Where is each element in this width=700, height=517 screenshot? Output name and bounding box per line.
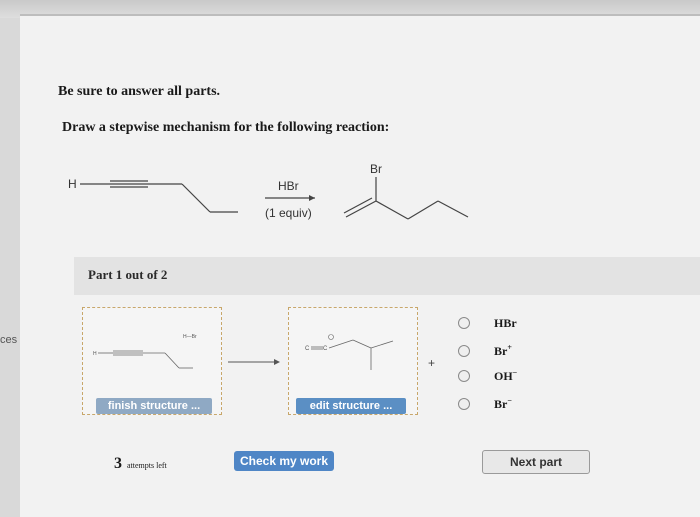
option-oh-minus-label: OH−: [494, 368, 518, 383]
product-br-label: Br: [370, 162, 382, 176]
attempts-left: 3 attempts left: [114, 455, 167, 473]
reaction-arrow-head: [309, 195, 315, 201]
reagent-label: HBr: [278, 179, 299, 193]
box1-h-label: H: [93, 351, 97, 357]
option-oh-minus-radio[interactable]: [458, 370, 470, 382]
check-my-work-button[interactable]: Check my work: [234, 451, 334, 471]
product-chain-2: [407, 200, 439, 220]
next-part-button[interactable]: Next part: [482, 450, 590, 474]
reactant-chain-2: [181, 183, 211, 213]
reaction-scheme: H HBr (1 equiv) Br: [68, 162, 469, 220]
product-chain-1: [375, 200, 409, 220]
mechanism-workspace: H—Br H C C + finish structure ... edit s…: [74, 295, 700, 425]
box2-c1-label: C: [305, 346, 310, 352]
charge-icon: [328, 334, 334, 340]
option-hbr-label: HBr: [494, 316, 517, 330]
box2-c2-label: C: [323, 346, 328, 352]
option-hbr-radio[interactable]: [458, 317, 470, 329]
attempts-count: 3: [114, 455, 122, 472]
product-chain-3: [437, 200, 469, 218]
option-br-plus-label: Br+: [494, 343, 512, 358]
structure-2-drawing: C C: [305, 334, 394, 370]
part-label: Part 1 out of 2: [88, 267, 168, 282]
side-tab[interactable]: ces: [0, 325, 22, 355]
instruction-mechanism: Draw a stepwise mechanism for the follow…: [62, 120, 390, 135]
structure-1-drawing: H—Br H: [93, 334, 197, 369]
mechanism-arrow: [228, 359, 280, 365]
option-oh-minus[interactable]: OH−: [458, 368, 517, 383]
option-br-plus[interactable]: Br+: [458, 343, 512, 358]
option-br-minus-label: Br−: [494, 396, 512, 411]
edit-structure-button[interactable]: edit structure ...: [296, 398, 406, 414]
plus-sign: +: [428, 356, 436, 370]
attempts-text: attempts left: [127, 461, 167, 470]
option-br-plus-radio[interactable]: [458, 345, 470, 357]
part-header: Part 1 out of 2: [74, 257, 700, 295]
hbr-small-label: H—Br: [183, 334, 197, 340]
reactant-h-label: H: [68, 177, 77, 191]
option-br-minus-radio[interactable]: [458, 398, 470, 410]
option-br-minus[interactable]: Br−: [458, 396, 512, 411]
finish-structure-button[interactable]: finish structure ...: [96, 398, 212, 414]
option-hbr[interactable]: HBr: [458, 316, 517, 330]
equiv-label: (1 equiv): [265, 206, 312, 220]
instruction-all-parts: Be sure to answer all parts.: [58, 84, 221, 99]
